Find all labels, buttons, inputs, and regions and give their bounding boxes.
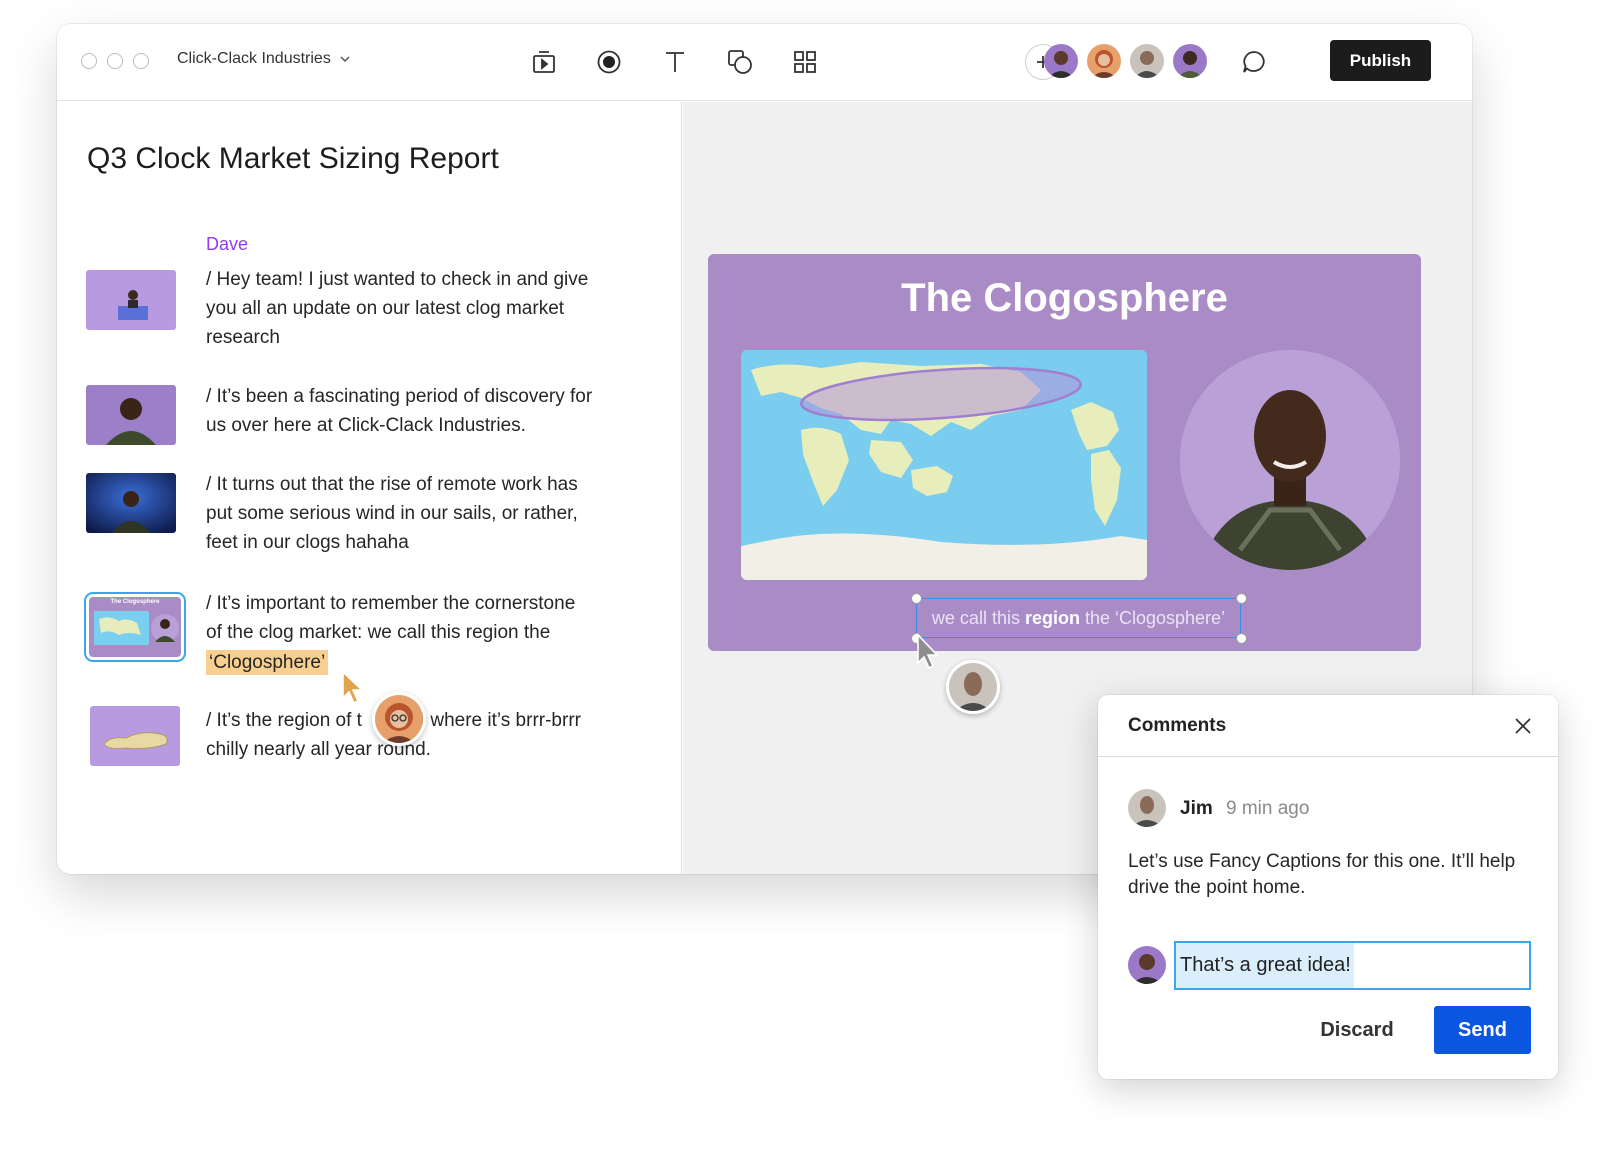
project-dropdown[interactable]: Click-Clack Industries xyxy=(177,50,351,68)
comment-timestamp: 9 min ago xyxy=(1226,798,1310,819)
paragraph-line: us over here at Click-Clack Industries. xyxy=(206,415,526,436)
paragraph-line: feet in our clogs hahaha xyxy=(206,532,409,553)
presenter-portrait-image[interactable] xyxy=(1180,350,1400,570)
publish-button[interactable]: Publish xyxy=(1330,40,1431,81)
slide-caption[interactable]: we call this region the ‘Clogosphere’ xyxy=(916,598,1241,638)
resize-handle[interactable] xyxy=(911,593,922,604)
scene-thumbnail-4[interactable]: The Clogosphere xyxy=(84,592,186,662)
caption-text: the ‘Clogosphere’ xyxy=(1084,607,1226,628)
collaborator-avatar-2[interactable] xyxy=(1087,44,1121,78)
resize-handle[interactable] xyxy=(1236,633,1247,644)
transcript-paragraph-3[interactable]: / It turns out that the rise of remote w… xyxy=(206,470,636,557)
paragraph-line: put some serious wind in our sails, or r… xyxy=(206,503,578,524)
paragraph-line: / It’s been a fascinating period of disc… xyxy=(206,386,593,407)
window-control-maximize[interactable] xyxy=(133,53,149,69)
collaborator-cursor-avatar xyxy=(372,692,426,746)
scene-thumbnail-5[interactable] xyxy=(90,706,180,766)
top-toolbar: Click-Clack Industries Publish xyxy=(57,24,1472,101)
collaborator-cursor-icon xyxy=(916,632,942,676)
highlighted-phrase[interactable]: ‘Clogosphere’ xyxy=(206,650,329,675)
transcript-paragraph-4[interactable]: / It’s important to remember the corners… xyxy=(206,589,636,677)
paragraph-line: of the clog market: we call this region … xyxy=(206,622,551,643)
scene-thumbnail-3[interactable] xyxy=(86,473,176,533)
resize-handle[interactable] xyxy=(1236,593,1247,604)
text-icon[interactable] xyxy=(659,46,691,78)
transcript-pane: Q3 Clock Market Sizing Report Dave / Hey… xyxy=(57,102,682,874)
comment-author: Jim xyxy=(1180,798,1213,819)
paragraph-line: / It turns out that the rise of remote w… xyxy=(206,474,578,495)
collaborator-avatar-1[interactable] xyxy=(1044,44,1078,78)
close-icon[interactable] xyxy=(1510,713,1536,739)
paragraph-line: chilly nearly all year round. xyxy=(206,739,431,760)
comments-panel: Comments Jim 9 min ago Let’s use Fancy C… xyxy=(1098,695,1558,1079)
slide-canvas[interactable]: The Clogosphere we call this region the … xyxy=(708,254,1421,651)
scene-thumbnail-1[interactable] xyxy=(86,270,176,330)
paragraph-line: / It’s important to remember the corners… xyxy=(206,593,576,614)
world-map-image[interactable] xyxy=(741,350,1147,580)
collaborator-cursor-icon xyxy=(341,670,367,711)
chevron-down-icon xyxy=(340,56,350,63)
comment-author-avatar xyxy=(1128,789,1166,827)
comment-icon[interactable] xyxy=(1238,46,1270,78)
current-user-avatar xyxy=(1128,946,1166,984)
scene-icon[interactable] xyxy=(528,46,560,78)
project-name: Click-Clack Industries xyxy=(177,50,331,67)
collaborator-avatar-3[interactable] xyxy=(1130,44,1164,78)
transcript-paragraph-1[interactable]: / Hey team! I just wanted to check in an… xyxy=(206,265,636,352)
shapes-icon[interactable] xyxy=(724,46,756,78)
discard-button[interactable]: Discard xyxy=(1302,1006,1412,1054)
collaborator-cursor-avatar xyxy=(946,660,1000,714)
comments-title: Comments xyxy=(1128,715,1227,736)
comments-header: Comments xyxy=(1098,695,1558,757)
send-button[interactable]: Send xyxy=(1434,1006,1531,1054)
speaker-label: Dave xyxy=(206,234,249,254)
window-control-minimize[interactable] xyxy=(107,53,123,69)
paragraph-line: research xyxy=(206,327,280,348)
page-title: Q3 Clock Market Sizing Report xyxy=(87,142,499,175)
reply-input[interactable] xyxy=(1174,941,1531,990)
paragraph-line: you all an update on our latest clog mar… xyxy=(206,298,565,319)
transcript-paragraph-2[interactable]: / It’s been a fascinating period of disc… xyxy=(206,382,636,440)
window-control-close[interactable] xyxy=(81,53,97,69)
paragraph-line: / Hey team! I just wanted to check in an… xyxy=(206,269,589,290)
collaborator-avatar-4[interactable] xyxy=(1173,44,1207,78)
record-icon[interactable] xyxy=(593,46,625,78)
caption-bold-word: region xyxy=(1024,607,1080,628)
scene-thumbnail-2[interactable] xyxy=(86,385,176,445)
thumbnail-mini-title: The Clogosphere xyxy=(110,599,160,605)
slide-title[interactable]: The Clogosphere xyxy=(708,276,1421,321)
comment-body: Let’s use Fancy Captions for this one. I… xyxy=(1128,851,1516,898)
caption-text: we call this xyxy=(931,607,1020,628)
grid-icon[interactable] xyxy=(789,46,821,78)
